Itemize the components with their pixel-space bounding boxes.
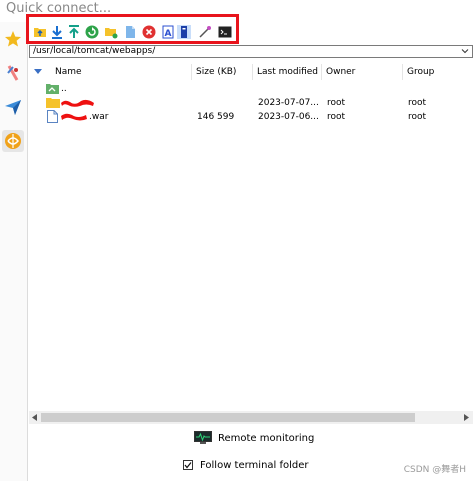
scroll-left-icon[interactable] [30,413,40,422]
table-row[interactable]: .war 146 599 2023-07-06... root root [29,110,473,124]
edit-icon[interactable] [198,25,212,39]
svg-text:A: A [165,29,172,39]
sidebar [0,22,28,481]
scrollbar-thumb[interactable] [41,413,415,422]
path-value: /usr/local/tomcat/webapps/ [33,46,156,56]
open-with-icon[interactable]: A [161,25,175,39]
column-group[interactable]: Group [403,64,473,80]
file-modified: 2023-07-06... [258,112,319,122]
download-icon[interactable] [50,25,64,39]
horizontal-scrollbar[interactable] [29,411,473,424]
star-icon[interactable] [2,28,24,50]
sftp-browser-icon[interactable] [2,130,24,152]
file-owner: root [327,98,346,108]
file-size: 146 599 [197,112,235,122]
file-icon [47,110,58,128]
upload-icon[interactable] [67,25,81,39]
follow-terminal-label: Follow terminal folder [200,459,309,471]
remote-monitoring-button[interactable]: Remote monitoring [194,430,314,446]
file-table-header: Name Size (KB) Last modified Owner Group [29,64,473,80]
properties-icon[interactable] [177,25,191,39]
terminal-icon[interactable] [218,25,232,39]
new-file-icon[interactable] [123,25,137,39]
table-row[interactable]: 2023-07-07... root root [29,96,473,110]
file-group: root [408,112,427,122]
column-owner[interactable]: Owner [322,64,403,80]
follow-terminal-checkbox[interactable] [183,460,193,470]
remote-monitoring-label: Remote monitoring [218,432,315,444]
send-icon[interactable] [2,96,24,118]
column-modified[interactable]: Last modified [253,64,322,80]
file-name: .. [61,84,67,94]
new-folder-icon[interactable] [104,25,118,39]
chevron-down-icon[interactable] [461,47,469,58]
delete-icon[interactable] [142,25,156,39]
column-name[interactable]: Name [51,64,192,80]
sort-arrow-icon [34,68,42,78]
monitor-icon [194,431,212,445]
column-size[interactable]: Size (KB) [192,64,253,80]
sessions-icon[interactable] [2,62,24,84]
redaction-mark [60,112,88,125]
follow-terminal-toggle[interactable]: Follow terminal folder [183,457,309,473]
parent-folder-icon[interactable] [33,25,47,39]
path-field[interactable]: /usr/local/tomcat/webapps/ [29,45,473,58]
file-modified: 2023-07-07... [258,98,319,108]
file-group: root [408,98,427,108]
table-row[interactable]: .. [29,82,473,96]
watermark: CSDN @舞者H [403,465,466,475]
refresh-icon[interactable] [85,25,99,39]
scroll-right-icon[interactable] [461,413,471,422]
file-name: .war [89,112,109,122]
file-owner: root [327,112,346,122]
